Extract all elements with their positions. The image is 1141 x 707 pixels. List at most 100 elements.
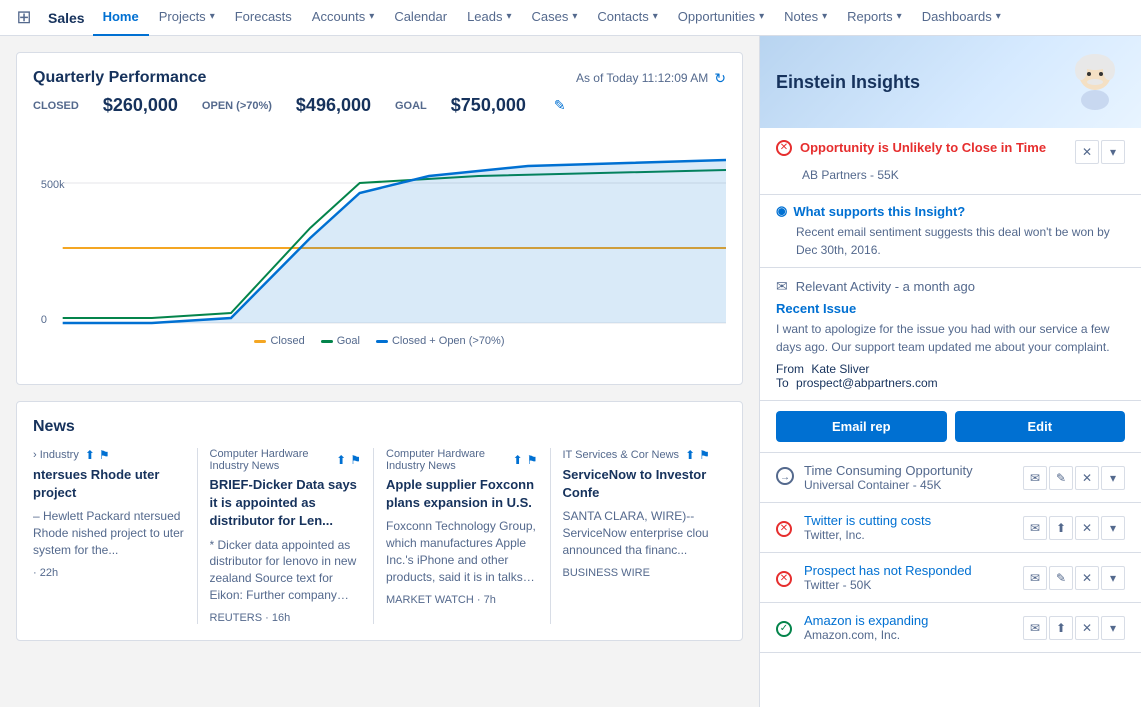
nav-item-calendar[interactable]: Calendar: [384, 0, 457, 36]
flag-icon[interactable]: ⚑: [350, 453, 361, 467]
news-category-2: Computer Hardware Industry News ⬆ ⚑: [386, 448, 538, 472]
news-source-3: BUSINESS WIRE: [563, 567, 715, 579]
open-label: OPEN (>70%): [202, 100, 272, 112]
dismiss-icon-3[interactable]: ✕: [1075, 616, 1099, 640]
insight-close-row: ✕ ▾: [1075, 140, 1125, 164]
left-panel: Quarterly Performance As of Today 11:12:…: [0, 36, 759, 707]
other-insight-content-0: Time Consuming Opportunity Universal Con…: [804, 463, 1015, 492]
insight-header-row: ✕ Opportunity is Unlikely to Close in Ti…: [776, 140, 1125, 164]
news-category-0: › Industry ⬆ ⚑: [33, 448, 185, 462]
collapse-icon-0[interactable]: ▾: [1101, 466, 1125, 490]
flag-icon[interactable]: ⚑: [699, 448, 710, 462]
nav-item-cases[interactable]: Cases ▾: [522, 0, 588, 36]
dismiss-icon-1[interactable]: ✕: [1075, 516, 1099, 540]
chevron-down-icon: ▾: [572, 11, 577, 22]
insight-actions-0: ✉ ✎ ✕ ▾: [1023, 466, 1125, 490]
news-item-3: IT Services & Cor News ⬆ ⚑ ServiceNow to…: [551, 448, 727, 624]
other-insight-title-1[interactable]: Twitter is cutting costs: [804, 513, 1015, 528]
news-source-0: · 22h: [33, 567, 185, 579]
nav-item-leads[interactable]: Leads ▾: [457, 0, 521, 36]
share-icon-3[interactable]: ⬆: [1049, 616, 1073, 640]
unlikely-icon: ✕: [776, 140, 792, 156]
share-icon-1[interactable]: ⬆: [1049, 516, 1073, 540]
share-icon[interactable]: ⬆: [685, 448, 695, 462]
email-icon-2[interactable]: ✉: [1023, 566, 1047, 590]
email-icon-1[interactable]: ✉: [1023, 516, 1047, 540]
recent-issue-link[interactable]: Recent Issue: [776, 301, 1125, 316]
other-insight-sub-3: Amazon.com, Inc.: [804, 628, 1015, 642]
nav-item-projects[interactable]: Projects ▾: [149, 0, 225, 36]
app-name: Sales: [40, 10, 93, 26]
nav-item-accounts[interactable]: Accounts ▾: [302, 0, 385, 36]
legend-closed: Closed: [254, 335, 304, 347]
share-icon[interactable]: ⬆: [336, 453, 346, 467]
performance-card: Quarterly Performance As of Today 11:12:…: [16, 52, 743, 385]
nav-item-opportunities[interactable]: Opportunities ▾: [668, 0, 774, 36]
edit-icon-0[interactable]: ✎: [1049, 466, 1073, 490]
collapse-icon-1[interactable]: ▾: [1101, 516, 1125, 540]
relevant-activity: ✉ Relevant Activity - a month ago Recent…: [760, 268, 1141, 401]
email-icon-0[interactable]: ✉: [1023, 466, 1047, 490]
dismiss-button[interactable]: ✕: [1075, 140, 1099, 164]
nav-item-contacts[interactable]: Contacts ▾: [587, 0, 667, 36]
performance-chart: 500k 0 Oct Nov Dec: [33, 128, 726, 328]
edit-icon-2[interactable]: ✎: [1049, 566, 1073, 590]
collapse-button[interactable]: ▾: [1101, 140, 1125, 164]
svg-text:500k: 500k: [41, 179, 65, 191]
flag-icon[interactable]: ⚑: [527, 453, 538, 467]
refresh-icon[interactable]: ↻: [714, 70, 726, 87]
insight-actions-1: ✉ ⬆ ✕ ▾: [1023, 516, 1125, 540]
nav-item-reports[interactable]: Reports ▾: [837, 0, 912, 36]
chart-container: 500k 0 Oct Nov Dec: [33, 128, 726, 368]
email-rep-button[interactable]: Email rep: [776, 411, 947, 442]
arrow-icon: →: [776, 467, 796, 488]
activity-body: I want to apologize for the issue you ha…: [776, 320, 1125, 356]
x-circle-icon-2: ✕: [776, 569, 796, 587]
action-buttons: Email rep Edit: [760, 401, 1141, 453]
edit-goal-icon[interactable]: ✎: [554, 97, 566, 114]
x-circle-icon-1: ✕: [776, 519, 796, 537]
email-icon-3[interactable]: ✉: [1023, 616, 1047, 640]
closed-dot: [254, 340, 266, 343]
chevron-down-icon: ▾: [210, 11, 215, 22]
collapse-icon-3[interactable]: ▾: [1101, 616, 1125, 640]
performance-header: Quarterly Performance As of Today 11:12:…: [33, 69, 726, 87]
dismiss-icon-2[interactable]: ✕: [1075, 566, 1099, 590]
einstein-title: Einstein Insights: [776, 72, 920, 93]
performance-date: As of Today 11:12:09 AM ↻: [576, 70, 726, 87]
news-item-2: Computer Hardware Industry News ⬆ ⚑ Appl…: [374, 448, 551, 624]
other-insight-title-0: Time Consuming Opportunity: [804, 463, 1015, 478]
news-body-1: * Dicker data appointed as distributor f…: [210, 537, 362, 604]
chevron-down-icon: ▾: [653, 11, 658, 22]
activity-title: Relevant Activity - a month ago: [796, 279, 975, 294]
dismiss-icon-0[interactable]: ✕: [1075, 466, 1099, 490]
other-insight-title-3[interactable]: Amazon is expanding: [804, 613, 1015, 628]
performance-metrics: CLOSED $260,000 OPEN (>70%) $496,000 GOA…: [33, 95, 726, 116]
chevron-down-icon: ▾: [996, 11, 1001, 22]
goal-value: $750,000: [451, 95, 526, 116]
nav-bar: ⊞ Sales Home Projects ▾ Forecasts Accoun…: [0, 0, 1141, 36]
collapse-icon-2[interactable]: ▾: [1101, 566, 1125, 590]
edit-button[interactable]: Edit: [955, 411, 1126, 442]
nav-item-notes[interactable]: Notes ▾: [774, 0, 837, 36]
share-icon[interactable]: ⬆: [85, 448, 95, 462]
other-insight-3: ✓ Amazon is expanding Amazon.com, Inc. ✉…: [760, 603, 1141, 653]
legend-goal: Goal: [321, 335, 360, 347]
share-icon[interactable]: ⬆: [513, 453, 523, 467]
news-card: News › Industry ⬆ ⚑ ntersues Rhode uter …: [16, 401, 743, 641]
other-insight-1: ✕ Twitter is cutting costs Twitter, Inc.…: [760, 503, 1141, 553]
other-insight-sub-0: Universal Container - 45K: [804, 478, 1015, 492]
main-layout: Quarterly Performance As of Today 11:12:…: [0, 36, 1141, 707]
nav-item-dashboards[interactable]: Dashboards ▾: [912, 0, 1011, 36]
open-value: $496,000: [296, 95, 371, 116]
nav-item-forecasts[interactable]: Forecasts: [225, 0, 302, 36]
insight-subtitle: AB Partners - 55K: [802, 168, 1125, 182]
activity-from: From Kate Sliver: [776, 362, 1125, 376]
flag-icon[interactable]: ⚑: [99, 448, 110, 462]
einstein-header: Einstein Insights: [760, 36, 1141, 128]
nav-item-home[interactable]: Home: [93, 0, 149, 36]
insight-title[interactable]: Opportunity is Unlikely to Close in Time: [800, 140, 1067, 155]
apps-icon[interactable]: ⊞: [8, 0, 40, 36]
support-question[interactable]: ◉ What supports this Insight?: [776, 203, 1125, 219]
other-insight-title-2[interactable]: Prospect has not Responded: [804, 563, 1015, 578]
